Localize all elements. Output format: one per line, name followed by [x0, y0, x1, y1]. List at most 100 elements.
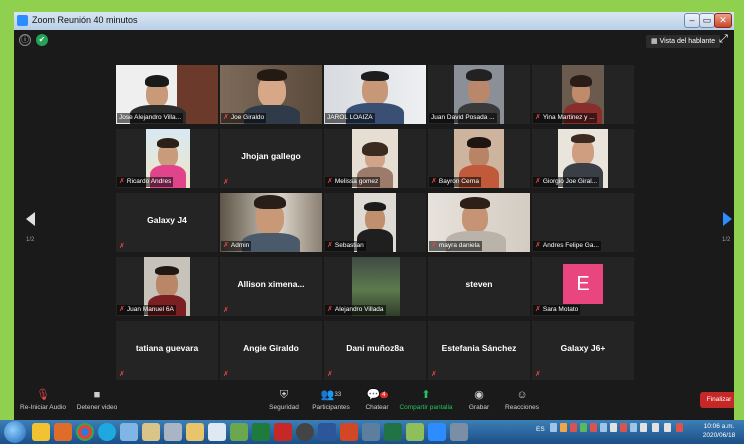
video-tile[interactable]: ✗ Alejandro Villada	[324, 257, 426, 316]
fullscreen-icon[interactable]: ⤢	[719, 33, 728, 46]
tray-icon[interactable]	[580, 423, 587, 432]
zoom-taskbar-icon[interactable]	[428, 423, 446, 441]
paint-icon[interactable]	[142, 423, 160, 441]
previous-page-arrow[interactable]	[26, 212, 35, 226]
minimize-button[interactable]: –	[684, 13, 700, 28]
speaker-view-button[interactable]: ▦ Vista del hablante	[646, 35, 721, 48]
people-icon: 👥	[320, 389, 335, 401]
audio-label: Re-Iniciar Audio	[20, 404, 66, 411]
tray-icon[interactable]	[620, 423, 627, 432]
name-only-tile[interactable]: Jhojan gallego ✗	[220, 129, 322, 188]
video-tile[interactable]: ✗ Giorgio Joe Giral...	[532, 129, 634, 188]
calculator-icon[interactable]	[164, 423, 182, 441]
video-tile[interactable]: ✗ Joe Giraldo	[220, 65, 322, 124]
muted-mic-icon: ✗	[223, 307, 229, 314]
muted-mic-icon: ✗	[535, 114, 541, 121]
video-tile[interactable]: ✗ Sebastian	[324, 193, 426, 252]
window-title: Zoom Reunión 40 minutos	[32, 15, 138, 25]
chrome-icon[interactable]	[76, 423, 94, 441]
flag-icon[interactable]	[676, 423, 683, 432]
participant-name: Bayron Cerna	[438, 178, 479, 185]
next-page-arrow[interactable]	[723, 212, 732, 226]
smile-icon: ☺	[516, 389, 528, 401]
name-only-tile[interactable]: Estefania Sánchez ✗	[428, 321, 530, 380]
excel-icon[interactable]	[384, 423, 402, 441]
name-only-tile[interactable]: Dani muñoz8a ✗	[324, 321, 426, 380]
app-icon[interactable]	[450, 423, 468, 441]
video-tile[interactable]: ✗ Yina Martinez y ...	[532, 65, 634, 124]
word-icon[interactable]	[318, 423, 336, 441]
end-meeting-button[interactable]: Finalizar	[700, 392, 734, 408]
video-button[interactable]: ■ Detener video	[72, 388, 122, 411]
network-signal-icon[interactable]	[652, 423, 659, 432]
video-tile[interactable]: ✗ mayra daniela	[428, 193, 530, 252]
explorer-icon[interactable]	[32, 423, 50, 441]
muted-mic-icon: ✗	[223, 242, 229, 249]
video-tile[interactable]: ✗ Admin	[220, 193, 322, 252]
participant-name: Sebastian	[334, 242, 364, 249]
audio-button[interactable]: 🎙 Re-Iniciar Audio	[18, 388, 68, 411]
language-indicator[interactable]: ES	[536, 426, 545, 433]
record-button[interactable]: ◉ Grabar	[464, 388, 494, 411]
volume-icon[interactable]	[664, 423, 671, 432]
start-button[interactable]	[4, 421, 26, 443]
participant-name: tatiana guevara	[135, 343, 199, 353]
name-only-tile[interactable]: Allison ximena... ✗	[220, 257, 322, 316]
share-screen-button[interactable]: ⬆ Compartir pantalla	[398, 388, 454, 411]
tray-icon[interactable]	[560, 423, 567, 432]
active-speaker-tile[interactable]: JAROL LOAIZA	[324, 65, 426, 124]
share-screen-icon: ⬆	[421, 389, 431, 401]
participant-name: Joe Giraldo	[230, 114, 265, 121]
taskbar-clock[interactable]: 10:06 a.m. 2020/06/18	[696, 422, 742, 440]
name-only-tile[interactable]: Galaxy J6+ ✗	[532, 321, 634, 380]
participant-name: Galaxy J6+	[560, 343, 606, 353]
zoom-app-icon	[17, 15, 28, 26]
meeting-top-bar: ⓘ ✔ ▦ Vista del hablante ⤢	[14, 30, 734, 52]
video-tile[interactable]: ✗ Bayron Cerna	[428, 129, 530, 188]
chat-button[interactable]: 💬 4 Chatear	[360, 388, 394, 411]
muted-mic-icon: ✗	[535, 242, 541, 249]
app-icon[interactable]	[406, 423, 424, 441]
video-tile[interactable]: ✗ Juan Manuel 6A	[116, 257, 218, 316]
name-only-tile[interactable]: Galaxy J4 ✗	[116, 193, 218, 252]
tray-icon[interactable]	[590, 423, 597, 432]
app-icon[interactable]	[296, 423, 314, 441]
tray-icon[interactable]	[570, 423, 577, 432]
name-only-tile[interactable]: steven	[428, 257, 530, 316]
close-button[interactable]: ✕	[714, 13, 732, 28]
video-tile[interactable]: ✗ Andres Felipe Ga...	[532, 193, 634, 252]
pdf-icon[interactable]	[274, 423, 292, 441]
muted-mic-icon: ✗	[119, 306, 125, 313]
muted-mic-icon: ✗	[119, 178, 125, 185]
folder-icon[interactable]	[186, 423, 204, 441]
powerpoint-icon[interactable]	[340, 423, 358, 441]
security-label: Seguridad	[269, 404, 299, 411]
video-tile[interactable]: Juan David Posada ...	[428, 65, 530, 124]
audio-app-icon[interactable]	[230, 423, 248, 441]
network-icon[interactable]	[120, 423, 138, 441]
muted-mic-icon: ✗	[327, 178, 333, 185]
security-button[interactable]: ⛨ Seguridad	[264, 388, 304, 411]
notepad-icon[interactable]	[208, 423, 226, 441]
excel-icon[interactable]	[252, 423, 270, 441]
muted-mic-icon: ✗	[431, 242, 437, 249]
tray-icon[interactable]	[640, 423, 647, 432]
tray-icon[interactable]	[550, 423, 557, 432]
encryption-shield-icon[interactable]: ✔	[36, 34, 48, 46]
name-only-tile[interactable]: Angie Giraldo ✗	[220, 321, 322, 380]
video-tile[interactable]: ✗ Melissa gomez	[324, 129, 426, 188]
tray-icon[interactable]	[610, 423, 617, 432]
video-tile[interactable]: ✗ Ricardo Andres	[116, 129, 218, 188]
reactions-button[interactable]: ☺ Reacciones	[502, 388, 542, 411]
maximize-button[interactable]: ▭	[699, 13, 715, 28]
video-tile[interactable]: Jose Alejandro Villa...	[116, 65, 218, 124]
skype-icon[interactable]	[98, 423, 116, 441]
media-player-icon[interactable]	[54, 423, 72, 441]
meeting-info-icon[interactable]: ⓘ	[19, 34, 31, 46]
tray-icon[interactable]	[630, 423, 637, 432]
video-tile[interactable]: E ✗ Sara Motato	[532, 257, 634, 316]
name-only-tile[interactable]: tatiana guevara ✗	[116, 321, 218, 380]
app-icon[interactable]	[362, 423, 380, 441]
tray-icon[interactable]	[600, 423, 607, 432]
participants-button[interactable]: 👥33 Participantes	[308, 388, 354, 411]
